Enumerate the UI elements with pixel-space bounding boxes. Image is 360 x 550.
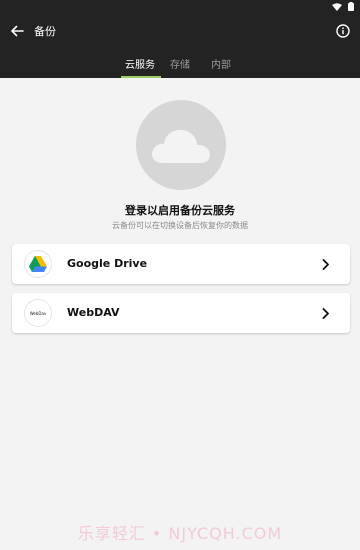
arrow-left-icon bbox=[11, 25, 24, 37]
cloud-icon bbox=[152, 129, 210, 163]
tab-bar: 云服务 存储 内部 bbox=[0, 48, 360, 78]
login-title: 登录以启用备份云服务 bbox=[125, 204, 235, 217]
watermark: 乐享轻汇 • NJYCQH.COM bbox=[77, 524, 283, 543]
webdav-label: WebDAV bbox=[67, 306, 120, 319]
tab-storage[interactable]: 存储 bbox=[164, 48, 196, 78]
back-button[interactable] bbox=[6, 20, 28, 42]
info-button[interactable] bbox=[332, 20, 354, 42]
chevron-right-icon bbox=[320, 257, 332, 271]
page-title: 备份 bbox=[34, 25, 56, 38]
app-bar: 备份 bbox=[0, 14, 360, 48]
google-drive-label: Google Drive bbox=[67, 257, 148, 270]
main-content: 登录以启用备份云服务 云备份可以在切换设备后恢复你的数据 Google Driv… bbox=[0, 78, 360, 550]
login-subtitle: 云备份可以在切换设备后恢复你的数据 bbox=[112, 221, 248, 230]
google-drive-icon bbox=[29, 256, 47, 272]
tab-cloud-service[interactable]: 云服务 bbox=[118, 48, 162, 78]
webdav-logo: WebDav bbox=[24, 299, 52, 327]
info-icon bbox=[336, 24, 350, 38]
webdav-icon: WebDav bbox=[29, 310, 47, 316]
google-drive-logo bbox=[24, 250, 52, 278]
google-drive-option[interactable]: Google Drive bbox=[12, 244, 350, 284]
cloud-illustration bbox=[136, 100, 226, 190]
battery-icon bbox=[348, 2, 354, 11]
wifi-icon bbox=[332, 2, 342, 11]
tab-internal[interactable]: 内部 bbox=[205, 48, 237, 78]
status-icons bbox=[332, 2, 354, 11]
webdav-option[interactable]: WebDav WebDAV bbox=[12, 293, 350, 333]
chevron-right-icon bbox=[320, 306, 332, 320]
status-bar bbox=[0, 0, 360, 14]
